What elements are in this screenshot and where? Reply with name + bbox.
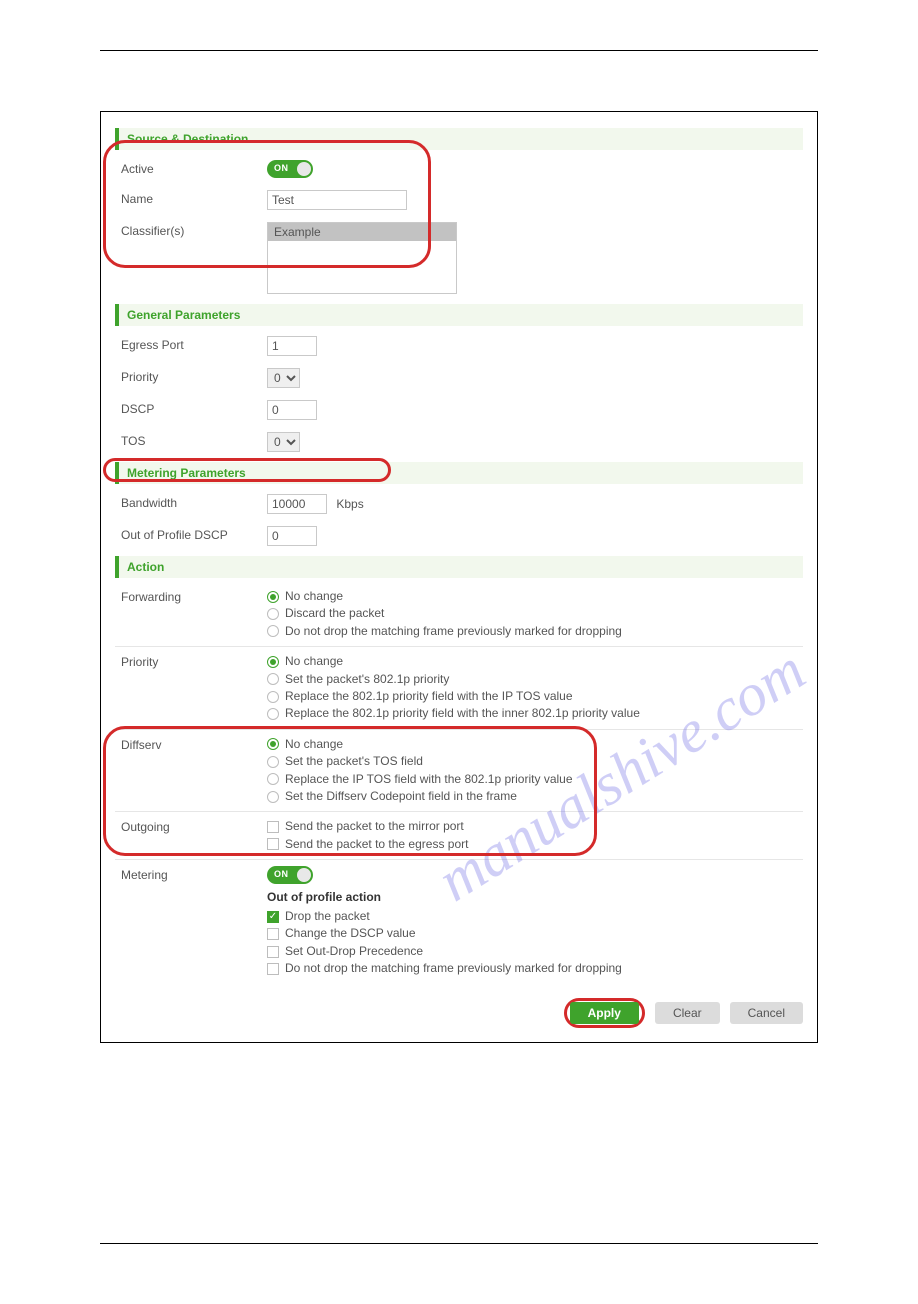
cancel-button[interactable]: Cancel xyxy=(730,1002,803,1024)
diffserv-replace-tos-radio[interactable] xyxy=(267,773,279,785)
out-of-profile-dscp-label: Out of Profile DSCP xyxy=(121,526,261,542)
priority-set-8021p-radio[interactable] xyxy=(267,673,279,685)
oop-c4: Do not drop the matching frame previousl… xyxy=(285,960,622,977)
diffserv-opt2: Set the packet's TOS field xyxy=(285,753,423,770)
metering-label: Metering xyxy=(121,866,261,882)
forwarding-opt3: Do not drop the matching frame previousl… xyxy=(285,623,622,640)
name-label: Name xyxy=(121,190,261,206)
priority-opt3: Replace the 802.1p priority field with t… xyxy=(285,688,573,705)
forwarding-donotdrop-radio[interactable] xyxy=(267,625,279,637)
clear-button[interactable]: Clear xyxy=(655,1002,720,1024)
button-row: Apply Clear Cancel xyxy=(115,998,803,1028)
priority-opt4: Replace the 802.1p priority field with t… xyxy=(285,705,640,722)
priority-select[interactable]: 0 xyxy=(267,368,300,388)
outgoing-opt1: Send the packet to the mirror port xyxy=(285,818,464,835)
bandwidth-unit: Kbps xyxy=(336,497,363,511)
out-of-profile-action-title: Out of profile action xyxy=(267,890,797,904)
forwarding-label: Forwarding xyxy=(121,588,261,604)
diffserv-opt1: No change xyxy=(285,736,343,753)
oop-c2: Change the DSCP value xyxy=(285,925,416,942)
out-of-profile-dscp-input[interactable] xyxy=(267,526,317,546)
priority-label: Priority xyxy=(121,368,261,384)
outgoing-label: Outgoing xyxy=(121,818,261,834)
priority-opt1: No change xyxy=(285,653,343,670)
priority-opt2: Set the packet's 802.1p priority xyxy=(285,671,449,688)
dscp-input[interactable] xyxy=(267,400,317,420)
egress-port-input[interactable] xyxy=(267,336,317,356)
oop-c3: Set Out-Drop Precedence xyxy=(285,943,423,960)
tos-select[interactable]: 0 xyxy=(267,432,300,452)
outgoing-mirror-checkbox[interactable] xyxy=(267,821,279,833)
priority-no-change-radio[interactable] xyxy=(267,656,279,668)
diffserv-opt3: Replace the IP TOS field with the 802.1p… xyxy=(285,771,573,788)
egress-port-label: Egress Port xyxy=(121,336,261,352)
dscp-label: DSCP xyxy=(121,400,261,416)
metering-toggle[interactable]: ON xyxy=(267,866,313,884)
classifiers-listbox[interactable]: Example xyxy=(267,222,457,294)
active-toggle[interactable]: ON xyxy=(267,160,313,178)
oop-change-dscp-checkbox[interactable] xyxy=(267,928,279,940)
bandwidth-input[interactable] xyxy=(267,494,327,514)
forwarding-discard-radio[interactable] xyxy=(267,608,279,620)
priority-replace-inner-radio[interactable] xyxy=(267,708,279,720)
page-bottom-rule xyxy=(100,1243,818,1244)
oop-c1: Drop the packet xyxy=(285,908,370,925)
name-input[interactable] xyxy=(267,190,407,210)
classifiers-label: Classifier(s) xyxy=(121,222,261,238)
forwarding-opt2: Discard the packet xyxy=(285,605,384,622)
forwarding-no-change-radio[interactable] xyxy=(267,591,279,603)
section-action: Action xyxy=(115,556,803,578)
forwarding-opt1: No change xyxy=(285,588,343,605)
oop-outdrop-checkbox[interactable] xyxy=(267,946,279,958)
diffserv-set-tos-radio[interactable] xyxy=(267,756,279,768)
diffserv-set-codepoint-radio[interactable] xyxy=(267,791,279,803)
outgoing-opt2: Send the packet to the egress port xyxy=(285,836,468,853)
diffserv-no-change-radio[interactable] xyxy=(267,738,279,750)
config-screenshot-frame: manualshive.com Source & Destination Act… xyxy=(100,111,818,1043)
outgoing-egress-checkbox[interactable] xyxy=(267,838,279,850)
section-metering-parameters: Metering Parameters xyxy=(115,462,803,484)
apply-callout-ring: Apply xyxy=(564,998,645,1028)
diffserv-opt4: Set the Diffserv Codepoint field in the … xyxy=(285,788,517,805)
page-top-rule xyxy=(100,50,818,51)
classifier-option[interactable]: Example xyxy=(268,223,456,241)
diffserv-label: Diffserv xyxy=(121,736,261,752)
section-general-parameters: General Parameters xyxy=(115,304,803,326)
tos-label: TOS xyxy=(121,432,261,448)
priority-replace-iptos-radio[interactable] xyxy=(267,691,279,703)
bandwidth-label: Bandwidth xyxy=(121,494,261,510)
apply-button[interactable]: Apply xyxy=(570,1002,639,1024)
oop-donotdrop-checkbox[interactable] xyxy=(267,963,279,975)
active-label: Active xyxy=(121,160,261,176)
oop-drop-checkbox[interactable]: ✓ xyxy=(267,911,279,923)
action-priority-label: Priority xyxy=(121,653,261,669)
section-source-destination: Source & Destination xyxy=(115,128,803,150)
